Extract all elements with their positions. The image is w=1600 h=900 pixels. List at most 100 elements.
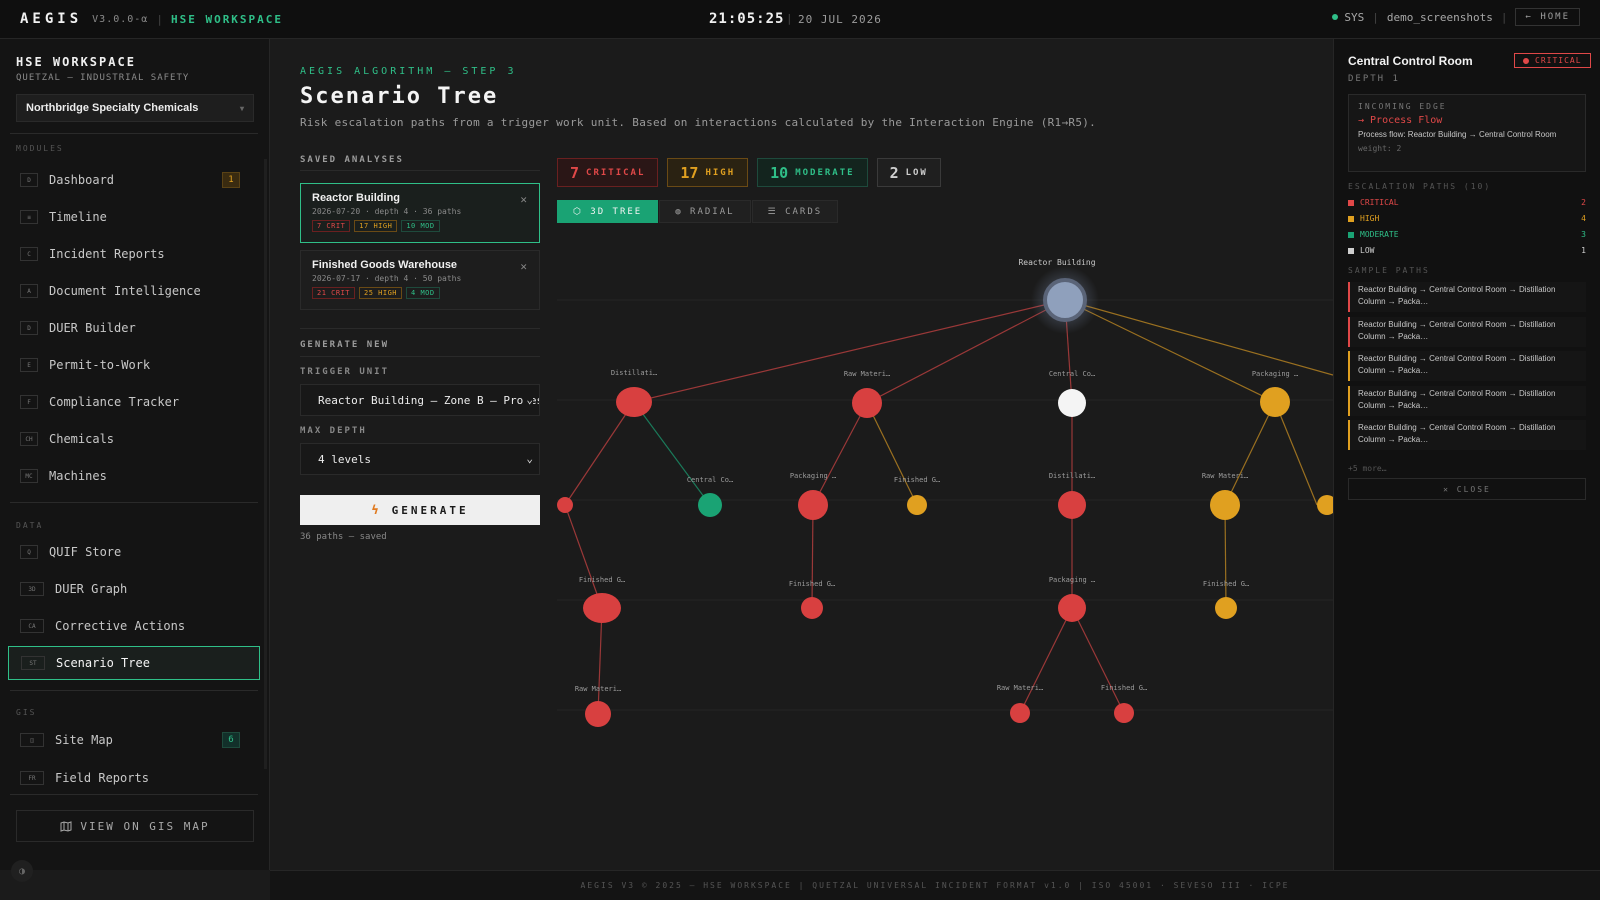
node-label: Distillati…: [611, 369, 657, 377]
low-count[interactable]: 2 LOW: [876, 158, 941, 187]
sidebar-item-permit-to-work[interactable]: E Permit-to-Work: [20, 350, 256, 380]
permit-icon: E: [20, 358, 38, 372]
home-button[interactable]: ← HOME: [1515, 8, 1580, 26]
sidebar-item-site-map[interactable]: ◫ Site Map 6: [20, 725, 256, 755]
sample-path[interactable]: Reactor Building → Central Control Room …: [1348, 317, 1586, 347]
more-paths-link[interactable]: +5 more…: [1348, 464, 1387, 473]
sample-path[interactable]: Reactor Building → Central Control Room …: [1348, 282, 1586, 312]
moderate-count[interactable]: 10 MODERATE: [757, 158, 868, 187]
sidebar-item-machines[interactable]: MC Machines: [20, 461, 256, 491]
tree-node[interactable]: [852, 388, 882, 418]
sidebar-item-field-reports[interactable]: FR Field Reports: [20, 763, 256, 793]
max-depth-select[interactable]: 4 levels ⌄: [300, 443, 540, 475]
sidebar-item-label: Compliance Tracker: [49, 395, 180, 409]
sidebar-item-label: Dashboard: [49, 173, 115, 187]
sidebar-item-label: QUIF Store: [49, 545, 122, 559]
generate-button[interactable]: ϟ GENERATE: [300, 495, 540, 525]
close-panel-button[interactable]: ✕ CLOSE: [1348, 478, 1586, 500]
tree-node[interactable]: [1317, 495, 1333, 515]
level-value: 3: [1581, 230, 1586, 239]
tree-node[interactable]: [698, 493, 722, 517]
divider: [300, 356, 540, 357]
theme-toggle-icon[interactable]: ◑: [11, 860, 33, 882]
view-cards-button[interactable]: ☰ CARDS: [751, 200, 839, 223]
sidebar-item-timeline[interactable]: ≡ Timeline: [20, 202, 256, 232]
tree-node-root[interactable]: [1043, 278, 1087, 322]
sidebar: HSE WORKSPACE QUETZAL — INDUSTRIAL SAFET…: [0, 39, 270, 882]
sidebar-item-label: Site Map: [55, 733, 113, 747]
tree-node[interactable]: [1114, 703, 1134, 723]
tree-svg[interactable]: Reactor Building Distillati… Raw Materi……: [557, 240, 1333, 800]
generate-button-label: GENERATE: [391, 503, 469, 517]
sidebar-item-label: Timeline: [49, 210, 107, 224]
tree-node[interactable]: [616, 387, 652, 417]
tree-node[interactable]: [585, 701, 611, 727]
section-data: DATA: [16, 521, 44, 530]
sidebar-item-duer-builder[interactable]: D DUER Builder: [20, 313, 256, 343]
user-name[interactable]: demo_screenshots: [1387, 11, 1493, 24]
critical-count[interactable]: 7 CRITICAL: [557, 158, 659, 187]
saved-analysis-card[interactable]: Reactor Building 2026-07-20 · depth 4 · …: [300, 183, 540, 243]
level-label: LOW: [1360, 246, 1375, 255]
sidebar-item-scenario-tree[interactable]: ST Scenario Tree: [8, 646, 260, 680]
tree-edge: [633, 401, 711, 506]
sidebar-item-quif-store[interactable]: Q QUIF Store: [20, 537, 256, 567]
incoming-edge-label: INCOMING EDGE: [1358, 102, 1447, 111]
company-select[interactable]: Northbridge Specialty Chemicals ▾: [16, 94, 254, 122]
tree-node[interactable]: [1260, 387, 1290, 417]
sidebar-item-document-intelligence[interactable]: A Document Intelligence: [20, 276, 256, 306]
tree-node[interactable]: [1058, 594, 1086, 622]
sidebar-item-chemicals[interactable]: CH Chemicals: [20, 424, 256, 454]
chevron-down-icon: ⌄: [524, 393, 533, 406]
sample-path[interactable]: Reactor Building → Central Control Room …: [1348, 351, 1586, 381]
sidebar-scrollbar[interactable]: [264, 159, 267, 769]
reports-icon: FR: [20, 771, 44, 785]
view-on-gis-map-button[interactable]: VIEW ON GIS MAP: [16, 810, 254, 842]
sidebar-item-label: Field Reports: [55, 771, 149, 785]
high-count[interactable]: 17 HIGH: [667, 158, 749, 187]
sidebar-item-corrective-actions[interactable]: CA Corrective Actions: [20, 611, 256, 641]
sidebar-item-duer-graph[interactable]: 3D DUER Graph: [20, 574, 256, 604]
company-name: Northbridge Specialty Chemicals: [26, 102, 199, 114]
tree-node[interactable]: [1058, 491, 1086, 519]
view-radial-button[interactable]: ◍ RADIAL: [659, 200, 751, 223]
tree-nodes[interactable]: [557, 266, 1333, 727]
max-depth-value: 4 levels: [318, 452, 371, 466]
sidebar-item-dashboard[interactable]: D Dashboard 1: [20, 165, 256, 195]
trigger-unit-select[interactable]: Reactor Building — Zone B — Process ⌄: [300, 384, 540, 416]
graph-icon: 3D: [20, 582, 44, 596]
tree-node[interactable]: [801, 597, 823, 619]
close-icon[interactable]: ✕: [520, 193, 527, 206]
divider: [10, 794, 258, 795]
timeline-icon: ≡: [20, 210, 38, 224]
close-icon[interactable]: ✕: [520, 260, 527, 273]
sample-path[interactable]: Reactor Building → Central Control Room …: [1348, 386, 1586, 416]
tree-node[interactable]: [907, 495, 927, 515]
tree-node[interactable]: [583, 593, 621, 623]
view-3d-tree-button[interactable]: ⬡ 3D TREE: [557, 200, 659, 223]
sidebar-item-compliance-tracker[interactable]: F Compliance Tracker: [20, 387, 256, 417]
view-switcher: ⬡ 3D TREE ◍ RADIAL ☰ CARDS: [557, 200, 839, 223]
actions-icon: CA: [20, 619, 44, 633]
critical-pill: 7 CRIT: [312, 220, 351, 232]
sidebar-item-label: Scenario Tree: [56, 656, 150, 670]
scenario-tree-graph[interactable]: Reactor Building Distillati… Raw Materi……: [557, 240, 1333, 800]
tree-node[interactable]: [798, 490, 828, 520]
app-version: V3.0.0-α: [92, 13, 149, 25]
map-icon: ◫: [20, 733, 44, 747]
store-icon: Q: [20, 545, 38, 559]
generate-new-label: GENERATE NEW: [300, 340, 390, 350]
sidebar-item-label: Incident Reports: [49, 247, 165, 261]
workspace-subtitle: QUETZAL — INDUSTRIAL SAFETY: [16, 73, 190, 83]
saved-analysis-card[interactable]: Finished Goods Warehouse 2026-07-17 · de…: [300, 250, 540, 310]
tree-edge: [597, 607, 603, 715]
tree-node-selected[interactable]: [1058, 389, 1086, 417]
tree-node[interactable]: [1010, 703, 1030, 723]
gis-button-label: VIEW ON GIS MAP: [80, 819, 210, 833]
tree-node[interactable]: [557, 497, 573, 513]
tree-node[interactable]: [1215, 597, 1237, 619]
tree-node[interactable]: [1210, 490, 1240, 520]
sidebar-item-incident-reports[interactable]: C Incident Reports: [20, 239, 256, 269]
sample-path[interactable]: Reactor Building → Central Control Room …: [1348, 420, 1586, 450]
tree-icon: ST: [21, 656, 45, 670]
